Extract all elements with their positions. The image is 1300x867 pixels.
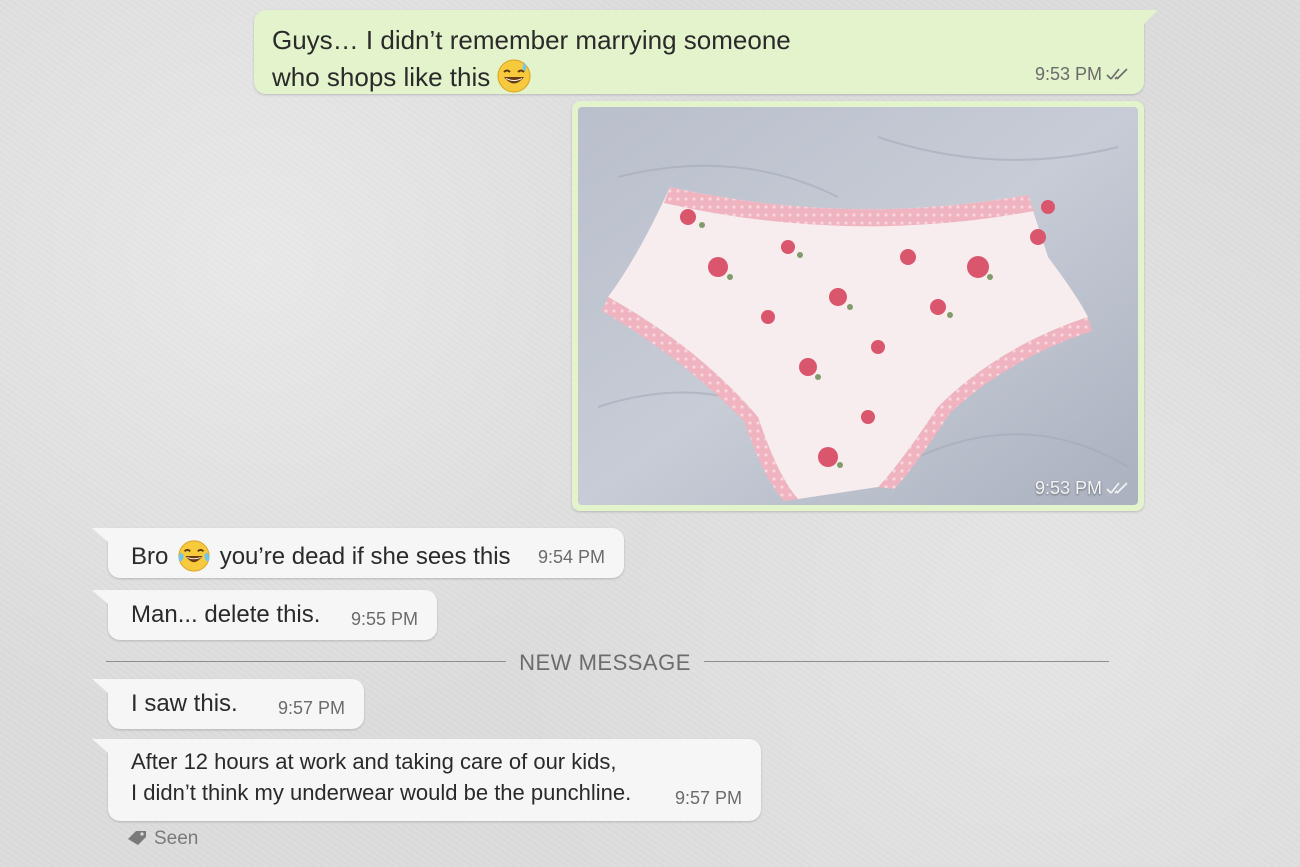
message-text: I saw this. bbox=[131, 690, 238, 717]
divider-label: NEW MESSAGE bbox=[519, 650, 691, 675]
message-time: 9:54 PM bbox=[537, 547, 605, 567]
grinning-sweat-emoji-icon bbox=[497, 59, 531, 93]
incoming-message[interactable]: Man... delete this. 9:55 PM bbox=[92, 590, 437, 640]
tears-of-joy-emoji-icon bbox=[178, 540, 210, 572]
incoming-message[interactable]: After 12 hours at work and taking care o… bbox=[92, 739, 761, 821]
message-line-text: who shops like this bbox=[272, 62, 491, 92]
message-line: I didn’t think my underwear would be the… bbox=[131, 780, 632, 805]
divider-line bbox=[106, 661, 506, 662]
outgoing-message[interactable]: Guys… I didn’t remember marrying someone… bbox=[254, 10, 1158, 95]
message-text-part: Bro bbox=[131, 543, 169, 570]
double-check-icon bbox=[1106, 482, 1128, 494]
message-text: After 12 hours at work and taking care o… bbox=[131, 746, 631, 808]
incoming-message[interactable]: I saw this. 9:57 PM bbox=[92, 679, 364, 729]
message-line: After 12 hours at work and taking care o… bbox=[131, 749, 617, 774]
message-text: Man... delete this. bbox=[131, 601, 321, 628]
message-line: Guys… I didn’t remember marrying someone bbox=[272, 25, 791, 55]
tag-icon bbox=[128, 831, 146, 845]
outgoing-image-message[interactable]: 9:53 PM bbox=[572, 101, 1144, 511]
floral-underwear-photo[interactable] bbox=[578, 107, 1138, 505]
seen-label: Seen bbox=[154, 828, 199, 849]
message-text: Guys… I didn’t remember marrying someone… bbox=[272, 22, 791, 95]
new-message-divider: NEW MESSAGE bbox=[106, 648, 1109, 676]
message-time: 9:53 PM bbox=[1035, 478, 1130, 499]
double-check-icon bbox=[1106, 68, 1128, 80]
divider-line bbox=[704, 661, 1109, 662]
message-text-part: you’re dead if she sees this bbox=[219, 543, 511, 570]
message-time: 9:53 PM bbox=[1035, 64, 1130, 85]
message-line: who shops like this bbox=[272, 58, 791, 95]
incoming-message[interactable]: Bro you’re dead if she sees this 9:54 PM bbox=[92, 528, 624, 578]
message-time: 9:57 PM bbox=[277, 698, 345, 718]
message-time: 9:55 PM bbox=[350, 609, 418, 629]
message-time: 9:57 PM bbox=[674, 788, 742, 808]
message-text: Bro you’re dead if she sees this bbox=[131, 539, 511, 573]
